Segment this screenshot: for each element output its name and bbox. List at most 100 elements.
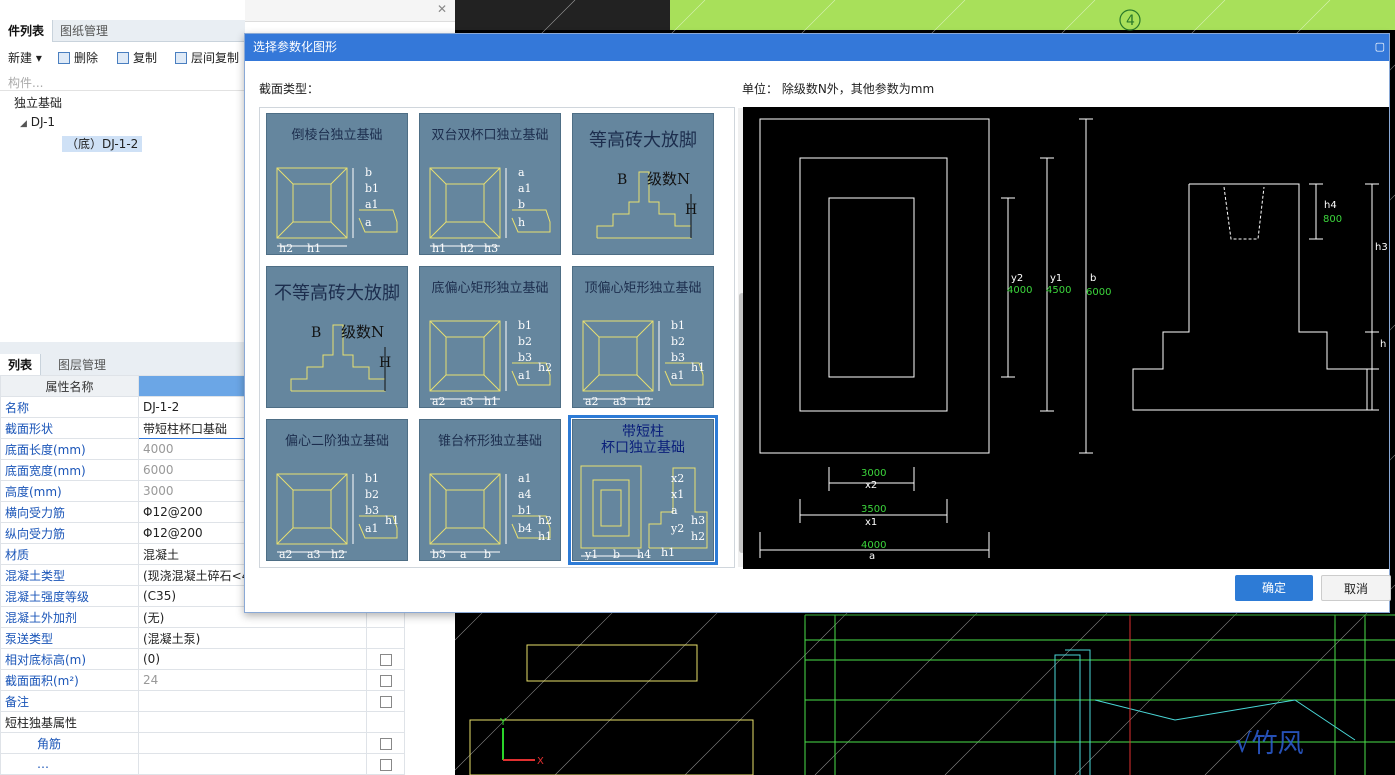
shape-dimension-label: H — [685, 202, 697, 218]
shape-dimension-label: h4 — [637, 548, 651, 561]
property-checkbox[interactable] — [379, 737, 392, 750]
maximize-icon[interactable]: ▢ — [1375, 40, 1385, 53]
property-name: 泵送类型 — [0, 627, 139, 649]
tab-layer-management[interactable]: 图层管理 — [50, 354, 114, 376]
shape-dimension-label: h2 — [279, 242, 293, 255]
dim-value-x1: 3500 — [861, 504, 886, 515]
tree-root-node[interactable]: 独立基础 — [14, 94, 62, 111]
property-value[interactable] — [138, 732, 367, 754]
cad-x-axis-label: X — [537, 756, 544, 767]
property-row[interactable]: 泵送类型 (混凝土泵) — [0, 627, 405, 649]
property-checkbox[interactable] — [379, 674, 392, 687]
cancel-button[interactable]: 取消 — [1321, 575, 1391, 601]
shape-dimension-label: a1 — [518, 369, 532, 382]
property-row[interactable]: 短柱独基属性 — [0, 711, 405, 733]
shape-dimension-label: a — [365, 216, 372, 229]
parametric-shape-dialog: 选择参数化图形 ▢ 截面类型： 单位： 除级数N外，其他参数为mm b b1 a1 a… — [244, 33, 1391, 613]
shape-option[interactable]: b1 b2 b3 a1 a2 a3 h2 h1 顶偏心矩形独立基础 — [572, 266, 714, 408]
property-row[interactable]: 角筋 — [0, 732, 405, 754]
shape-dimension-label: a1 — [518, 182, 532, 195]
shape-option-title: 倒棱台独立基础 — [291, 128, 383, 143]
property-name: 材质 — [0, 543, 139, 565]
property-checkbox[interactable] — [379, 758, 392, 771]
property-value[interactable] — [138, 711, 367, 733]
property-row[interactable]: 截面面积(m²) 24 — [0, 669, 405, 691]
tree-leaf-node[interactable]: （底）DJ-1-2 — [62, 135, 143, 152]
property-checkbox[interactable] — [379, 695, 392, 708]
tab-property-list[interactable]: 列表 — [0, 354, 42, 376]
shape-dimension-label: h1 — [661, 546, 675, 559]
property-checkbox[interactable] — [379, 653, 392, 666]
shape-dimension-label: h2 — [331, 548, 345, 561]
dim-name-x1: x1 — [865, 517, 877, 528]
shape-option-title: 等高砖大放脚 — [589, 130, 697, 151]
shape-option[interactable]: a a1 b h h1 h2 h3 双台双杯口独立基础 — [419, 113, 561, 255]
shape-dimension-label: b1 — [518, 319, 532, 332]
shape-option[interactable]: b1 b2 b3 a1 a2 a3 h2 h1 偏心二阶独立基础 — [266, 419, 408, 561]
shape-dimension-label: B — [311, 325, 321, 341]
property-row[interactable]: 备注 — [0, 690, 405, 712]
shape-dimension-label: a2 — [585, 395, 599, 408]
property-row[interactable]: … — [0, 753, 405, 775]
expand-triangle-icon[interactable]: ◢ — [20, 119, 27, 129]
shape-dimension-label: B — [617, 172, 627, 188]
shape-dimension-label: a4 — [518, 488, 532, 501]
shape-dimension-label: h3 — [484, 242, 498, 255]
tab-drawing-management[interactable]: 图纸管理 — [52, 20, 116, 42]
dim-name-b: b — [1090, 273, 1096, 284]
shape-dimension-label: a1 — [518, 472, 532, 485]
shape-option[interactable]: x2 x1 a y2 y1 b h4 h3 h2 h1 带短柱 杯口独立基础 — [568, 415, 718, 565]
property-value[interactable]: 24 — [138, 669, 367, 691]
shape-option[interactable]: b1 b2 b3 a1 a2 a3 h1 h2 底偏心矩形独立基础 — [419, 266, 561, 408]
section-type-label: 截面类型： — [259, 82, 320, 96]
tree-child-node[interactable]: ◢ DJ-1 — [20, 115, 55, 129]
property-value[interactable] — [138, 753, 367, 775]
dim-value-y1: 4500 — [1046, 285, 1071, 296]
property-row[interactable]: 相对底标高(m) (0) — [0, 648, 405, 670]
shape-option[interactable]: a1 a4 b1 b4 b3 a b h2 h1 锥台杯形独立基础 — [419, 419, 561, 561]
shape-preview: y2 4000 y1 4500 b 6000 3000 x2 3500 x1 4… — [743, 107, 1389, 569]
dim-value-a: 4000 — [861, 540, 886, 551]
shape-dimension-label: h1 — [385, 514, 399, 527]
property-name: 底面长度(mm) — [0, 438, 139, 460]
shape-option-title: 双台双杯口独立基础 — [431, 128, 549, 143]
copy-button[interactable]: 复制 — [117, 49, 157, 66]
tab-component-list[interactable]: 件列表 — [0, 20, 54, 42]
delete-button[interactable]: 删除 — [58, 49, 98, 66]
shape-dimension-label: b — [518, 198, 525, 211]
shape-dimension-label: b3 — [518, 351, 532, 364]
shape-option-title: 锥台杯形独立基础 — [437, 434, 542, 449]
shape-dimension-label: a2 — [279, 548, 293, 561]
new-button[interactable]: 新建 ▾ — [8, 49, 42, 66]
property-value[interactable]: (混凝土泵) — [138, 627, 367, 649]
cad-green-band — [670, 0, 1395, 30]
floor-copy-button[interactable]: 层间复制 — [175, 49, 239, 66]
shape-dimension-label: b — [613, 548, 620, 561]
property-name: 底面宽度(mm) — [0, 459, 139, 481]
shape-option[interactable]: b b1 a1 a h2 h1 倒棱台独立基础 — [266, 113, 408, 255]
property-name: … — [0, 753, 139, 775]
search-input[interactable]: 构件... — [8, 74, 43, 91]
panel-header-strip: ✕ — [245, 0, 455, 22]
property-name: 截面形状 — [0, 417, 139, 439]
shape-dimension-label: a3 — [307, 548, 321, 561]
close-icon[interactable]: ✕ — [437, 2, 447, 16]
shape-dimension-label: a1 — [365, 522, 379, 535]
property-value[interactable]: (0) — [138, 648, 367, 670]
copy-icon — [117, 52, 129, 64]
confirm-button[interactable]: 确定 — [1235, 575, 1313, 601]
shape-dimension-label: x2 — [671, 472, 684, 485]
property-value[interactable] — [138, 690, 367, 712]
property-header-name: 属性名称 — [0, 375, 139, 397]
shape-option[interactable]: B 级数N H 不等高砖大放脚 — [266, 266, 408, 408]
shape-dimension-label: b1 — [518, 504, 532, 517]
shape-dimension-label: a — [671, 504, 678, 517]
shape-dimension-label: b3 — [432, 548, 446, 561]
shape-option[interactable]: B 级数N H 等高砖大放脚 — [572, 113, 714, 255]
shape-dimension-label: a3 — [460, 395, 474, 408]
component-search-box[interactable]: 构件... — [0, 71, 245, 91]
shape-dimension-label: a1 — [365, 198, 379, 211]
shape-dimension-label: b1 — [671, 319, 685, 332]
shape-dimension-label: h2 — [637, 395, 651, 408]
shape-dimension-label: 级数N — [647, 170, 690, 188]
